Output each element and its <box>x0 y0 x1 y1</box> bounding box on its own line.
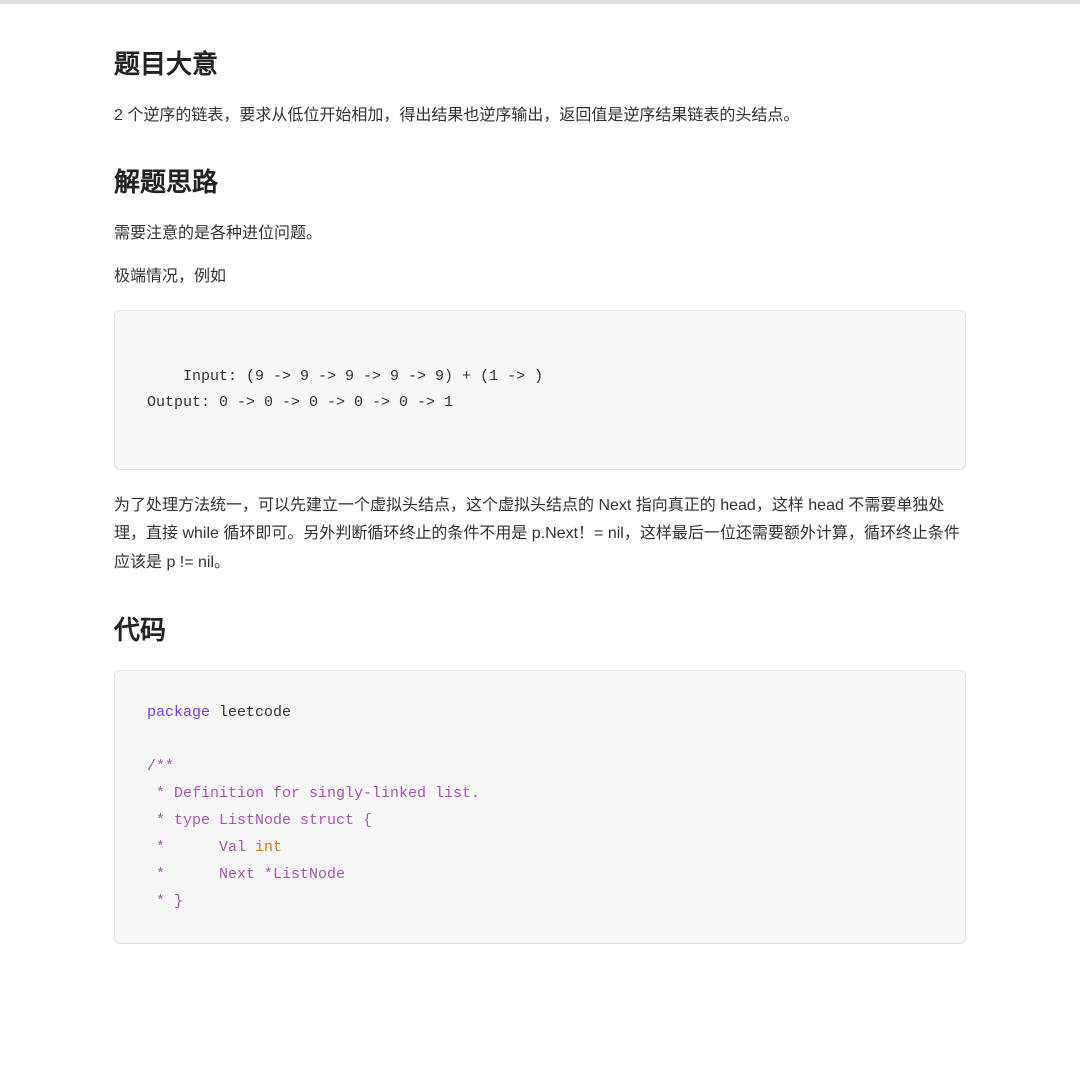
main-content: 题目大意 2 个逆序的链表，要求从低位开始相加，得出结果也逆序输出，返回值是逆序… <box>60 4 1020 1026</box>
approach-desc-b: 极端情况，例如 <box>114 263 966 292</box>
code-comment-1: /** <box>147 758 174 775</box>
code-keyword-package: package <box>147 704 210 721</box>
code-comment-2: * Definition for singly-linked list. <box>147 785 480 802</box>
section-title-approach: 解题思路 <box>114 162 966 204</box>
code-comment-6: * } <box>147 893 183 910</box>
example-code-block: Input: (9 -> 9 -> 9 -> 9 -> 9) + (1 -> )… <box>114 310 966 470</box>
approach-desc-a: 需要注意的是各种进位问题。 <box>114 220 966 249</box>
example-line2: Output: 0 -> 0 -> 0 -> 0 -> 0 -> 1 <box>147 394 453 411</box>
code-comment-3: * type ListNode struct { <box>147 812 372 829</box>
summary-description: 2 个逆序的链表，要求从低位开始相加，得出结果也逆序输出，返回值是逆序结果链表的… <box>114 102 966 131</box>
section-title-summary: 题目大意 <box>114 44 966 86</box>
section-title-code: 代码 <box>114 610 966 652</box>
code-comment-4: * Val int <box>147 839 282 856</box>
code-package-name: leetcode <box>210 704 291 721</box>
code-comment-5: * Next *ListNode <box>147 866 345 883</box>
syntax-code-block: package leetcode /** * Definition for si… <box>114 670 966 944</box>
example-line1: Input: (9 -> 9 -> 9 -> 9 -> 9) + (1 -> ) <box>183 368 543 385</box>
approach-desc-c: 为了处理方法统一，可以先建立一个虚拟头结点，这个虚拟头结点的 Next 指向真正… <box>114 492 966 578</box>
